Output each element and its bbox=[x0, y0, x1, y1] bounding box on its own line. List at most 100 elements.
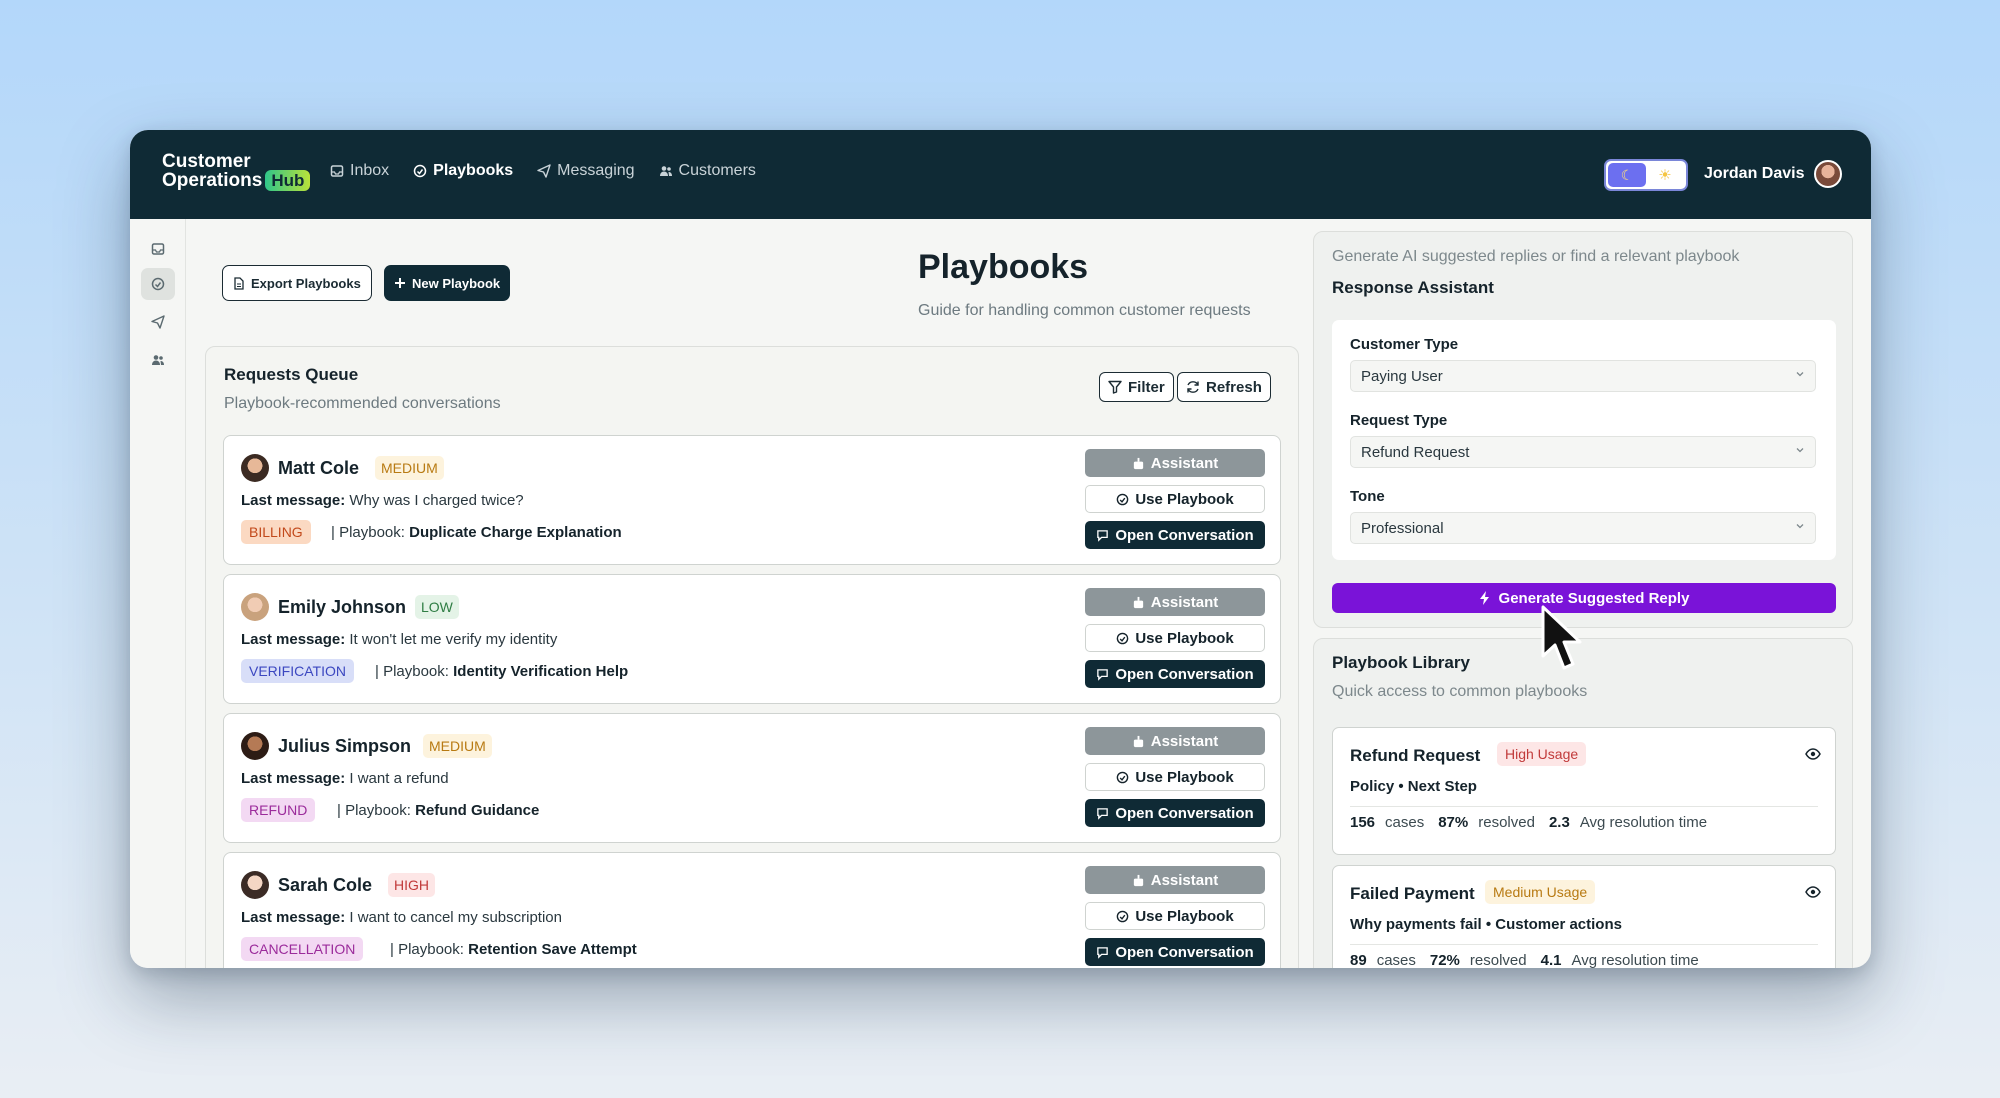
category-tag: REFUND bbox=[241, 798, 316, 822]
eye-icon[interactable] bbox=[1805, 886, 1821, 898]
customer-type-label: Customer Type bbox=[1350, 336, 1459, 353]
open-conversation-button[interactable]: Open Conversation bbox=[1085, 799, 1265, 827]
open-conversation-button[interactable]: Open Conversation bbox=[1085, 938, 1265, 966]
inbox-icon bbox=[151, 243, 165, 255]
library-item[interactable]: Failed Payment Medium Usage Why payments… bbox=[1332, 865, 1836, 968]
export-playbooks-button[interactable]: Export Playbooks bbox=[222, 265, 372, 301]
robot-icon bbox=[1133, 457, 1143, 469]
nav-item-inbox[interactable]: Inbox bbox=[330, 162, 389, 180]
last-message-text: Why was I charged twice? bbox=[349, 492, 524, 509]
sidebar-item-playbooks[interactable] bbox=[141, 268, 175, 300]
export-playbooks-label: Export Playbooks bbox=[251, 275, 361, 291]
top-navigation-bar: Customer Operations Hub Inbox Playbooks M… bbox=[130, 130, 1871, 219]
avg-label: Avg resolution time bbox=[1579, 814, 1708, 831]
assistant-button[interactable]: Assistant bbox=[1085, 866, 1265, 894]
sidebar-item-customers[interactable] bbox=[141, 344, 175, 376]
use-playbook-label: Use Playbook bbox=[1135, 907, 1234, 925]
open-conversation-button[interactable]: Open Conversation bbox=[1085, 521, 1265, 549]
filter-label: Filter bbox=[1128, 378, 1165, 396]
customer-avatar bbox=[241, 871, 269, 899]
assistant-button[interactable]: Assistant bbox=[1085, 727, 1265, 755]
brand-badge: Hub bbox=[265, 170, 311, 191]
last-message-label: Last message: bbox=[241, 909, 346, 926]
sidebar bbox=[130, 219, 186, 968]
last-message-label: Last message: bbox=[241, 631, 346, 648]
sidebar-item-inbox[interactable] bbox=[141, 233, 175, 265]
nav-item-label: Customers bbox=[678, 162, 756, 179]
tone-select[interactable]: Professional bbox=[1350, 512, 1816, 544]
generate-label: Generate Suggested Reply bbox=[1498, 589, 1690, 607]
category-tag: VERIFICATION bbox=[241, 659, 354, 683]
customer-avatar bbox=[241, 593, 269, 621]
request-card[interactable]: Sarah Cole HIGH Last message: I want to … bbox=[223, 852, 1281, 968]
last-message-label: Last message: bbox=[241, 492, 346, 509]
playbook-name: Identity Verification Help bbox=[453, 663, 629, 680]
last-message-text: It won't let me verify my identity bbox=[349, 631, 558, 648]
sidebar-item-messaging[interactable] bbox=[141, 306, 175, 338]
priority-badge: HIGH bbox=[388, 873, 435, 897]
paper-plane-icon bbox=[151, 315, 165, 329]
robot-icon bbox=[1133, 874, 1143, 886]
user-menu[interactable]: Jordan Davis bbox=[1704, 160, 1843, 188]
page-title: Playbooks bbox=[918, 248, 1089, 286]
cases-value: 156 bbox=[1350, 814, 1376, 831]
use-playbook-button[interactable]: Use Playbook bbox=[1085, 624, 1265, 652]
new-playbook-label: New Playbook bbox=[412, 275, 501, 291]
library-item-name: Failed Payment bbox=[1350, 884, 1475, 903]
playbook-name: Refund Guidance bbox=[415, 802, 540, 819]
brand-logo[interactable]: Customer Operations Hub bbox=[162, 152, 311, 191]
refresh-button[interactable]: Refresh bbox=[1177, 372, 1271, 402]
open-conversation-button[interactable]: Open Conversation bbox=[1085, 660, 1265, 688]
resolved-value: 72% bbox=[1429, 952, 1460, 968]
customer-type-select[interactable]: Paying User bbox=[1350, 360, 1816, 392]
chat-icon bbox=[1097, 807, 1109, 820]
playbook-name: Duplicate Charge Explanation bbox=[409, 524, 622, 541]
request-card[interactable]: Julius Simpson MEDIUM Last message: I wa… bbox=[223, 713, 1281, 843]
assistant-button[interactable]: Assistant bbox=[1085, 449, 1265, 477]
filter-button[interactable]: Filter bbox=[1099, 372, 1174, 402]
last-message: Last message: Why was I charged twice? bbox=[241, 492, 524, 509]
library-item-description: Why payments fail • Customer actions bbox=[1350, 916, 1622, 933]
nav-item-customers[interactable]: Customers bbox=[659, 162, 756, 180]
filter-icon bbox=[1108, 380, 1122, 394]
main-nav: Inbox Playbooks Messaging Customers bbox=[330, 162, 756, 180]
playbook-icon bbox=[1117, 910, 1129, 922]
playbook-reference: | Playbook: Refund Guidance bbox=[337, 802, 539, 819]
library-item-name: Refund Request bbox=[1350, 746, 1481, 765]
last-message-text: I want to cancel my subscription bbox=[349, 909, 562, 926]
chevron-down-icon bbox=[1796, 372, 1804, 377]
sun-icon[interactable]: ☀ bbox=[1646, 163, 1684, 187]
moon-icon[interactable]: ☾ bbox=[1608, 163, 1646, 187]
nav-item-playbooks[interactable]: Playbooks bbox=[413, 162, 513, 180]
use-playbook-button[interactable]: Use Playbook bbox=[1085, 902, 1265, 930]
request-type-label: Request Type bbox=[1350, 412, 1448, 429]
use-playbook-button[interactable]: Use Playbook bbox=[1085, 485, 1265, 513]
library-item-description: Policy • Next Step bbox=[1350, 778, 1477, 795]
library-item[interactable]: Refund Request High Usage Policy • Next … bbox=[1332, 727, 1836, 855]
use-playbook-button[interactable]: Use Playbook bbox=[1085, 763, 1265, 791]
plus-icon bbox=[395, 278, 405, 288]
user-avatar[interactable] bbox=[1814, 160, 1843, 188]
playbook-name: Retention Save Attempt bbox=[468, 941, 637, 958]
document-icon bbox=[234, 276, 244, 290]
app-window: Customer Operations Hub Inbox Playbooks M… bbox=[130, 130, 1871, 968]
nav-item-messaging[interactable]: Messaging bbox=[537, 162, 635, 180]
users-icon bbox=[152, 355, 164, 365]
theme-toggle[interactable]: ☾ ☀ bbox=[1604, 159, 1688, 191]
divider bbox=[1350, 944, 1818, 945]
request-card[interactable]: Emily Johnson LOW Last message: It won't… bbox=[223, 574, 1281, 704]
new-playbook-button[interactable]: New Playbook bbox=[384, 265, 511, 301]
request-card[interactable]: Matt Cole MEDIUM Last message: Why was I… bbox=[223, 435, 1281, 565]
assistant-button[interactable]: Assistant bbox=[1085, 588, 1265, 616]
cases-label: cases bbox=[1385, 814, 1425, 831]
eye-icon[interactable] bbox=[1805, 748, 1821, 760]
customer-avatar bbox=[241, 732, 269, 760]
tone-label: Tone bbox=[1350, 488, 1385, 505]
refresh-label: Refresh bbox=[1206, 378, 1262, 396]
use-playbook-label: Use Playbook bbox=[1135, 629, 1234, 647]
lightning-icon bbox=[1479, 591, 1489, 605]
playbook-icon bbox=[1117, 493, 1129, 505]
request-type-select[interactable]: Refund Request bbox=[1350, 436, 1816, 468]
category-tag: BILLING bbox=[241, 520, 311, 544]
playbook-icon bbox=[151, 277, 165, 291]
